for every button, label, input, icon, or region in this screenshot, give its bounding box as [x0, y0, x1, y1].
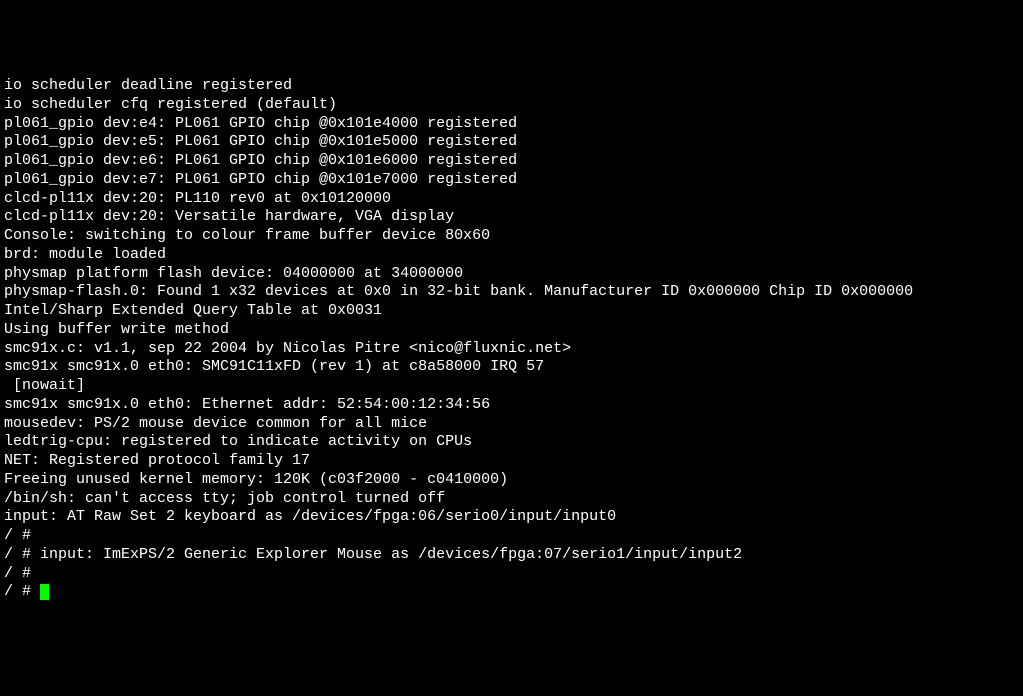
- terminal-line: Using buffer write method: [4, 321, 1019, 340]
- terminal-line: NET: Registered protocol family 17: [4, 452, 1019, 471]
- terminal-line: smc91x.c: v1.1, sep 22 2004 by Nicolas P…: [4, 340, 1019, 359]
- terminal-line: Console: switching to colour frame buffe…: [4, 227, 1019, 246]
- terminal-line: [nowait]: [4, 377, 1019, 396]
- terminal-line: physmap platform flash device: 04000000 …: [4, 265, 1019, 284]
- terminal-line: pl061_gpio dev:e4: PL061 GPIO chip @0x10…: [4, 115, 1019, 134]
- terminal-line: pl061_gpio dev:e5: PL061 GPIO chip @0x10…: [4, 133, 1019, 152]
- terminal-line: pl061_gpio dev:e7: PL061 GPIO chip @0x10…: [4, 171, 1019, 190]
- terminal-line: / #: [4, 565, 1019, 584]
- terminal-line: /bin/sh: can't access tty; job control t…: [4, 490, 1019, 509]
- terminal-line: / # input: ImExPS/2 Generic Explorer Mou…: [4, 546, 1019, 565]
- terminal-line: smc91x smc91x.0 eth0: Ethernet addr: 52:…: [4, 396, 1019, 415]
- terminal-line: / #: [4, 583, 1019, 602]
- terminal-line: ledtrig-cpu: registered to indicate acti…: [4, 433, 1019, 452]
- terminal-line: mousedev: PS/2 mouse device common for a…: [4, 415, 1019, 434]
- terminal-line: clcd-pl11x dev:20: PL110 rev0 at 0x10120…: [4, 190, 1019, 209]
- terminal-line: smc91x smc91x.0 eth0: SMC91C11xFD (rev 1…: [4, 358, 1019, 377]
- terminal-line: brd: module loaded: [4, 246, 1019, 265]
- terminal-line: pl061_gpio dev:e6: PL061 GPIO chip @0x10…: [4, 152, 1019, 171]
- terminal-line: Freeing unused kernel memory: 120K (c03f…: [4, 471, 1019, 490]
- terminal-line: Intel/Sharp Extended Query Table at 0x00…: [4, 302, 1019, 321]
- terminal-output[interactable]: io scheduler deadline registeredio sched…: [4, 77, 1019, 602]
- terminal-line: io scheduler deadline registered: [4, 77, 1019, 96]
- terminal-line: / #: [4, 527, 1019, 546]
- terminal-line: input: AT Raw Set 2 keyboard as /devices…: [4, 508, 1019, 527]
- terminal-line: io scheduler cfq registered (default): [4, 96, 1019, 115]
- terminal-line: clcd-pl11x dev:20: Versatile hardware, V…: [4, 208, 1019, 227]
- terminal-line: physmap-flash.0: Found 1 x32 devices at …: [4, 283, 1019, 302]
